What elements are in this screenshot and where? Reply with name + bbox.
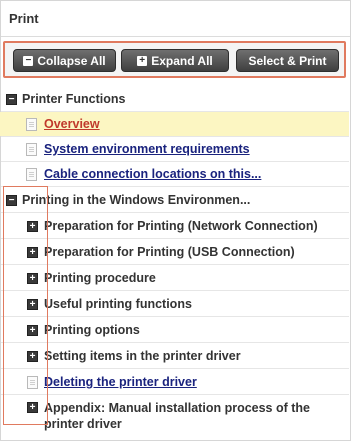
title-divider bbox=[1, 36, 350, 37]
tree-group-printer-functions[interactable]: − Printer Functions bbox=[0, 87, 349, 111]
expand-toggle-highlight bbox=[3, 186, 48, 425]
group-label: Printing in the Windows Environmen... bbox=[22, 193, 251, 207]
tree-item-label-line1: Appendix: Manual installation process of… bbox=[44, 401, 311, 415]
tree-item-label[interactable]: Deleting the printer driver bbox=[44, 375, 197, 389]
document-icon bbox=[26, 167, 37, 181]
tree-item-label: Appendix: Manual installation process of… bbox=[44, 400, 310, 432]
tree-item-cable-connection[interactable]: Cable connection locations on this... bbox=[0, 162, 349, 186]
tree-item-label: Preparation for Printing (USB Connection… bbox=[44, 245, 295, 259]
tree-item-prep-usb[interactable]: + Preparation for Printing (USB Connecti… bbox=[0, 240, 349, 264]
collapse-toggle-icon[interactable]: − bbox=[6, 93, 17, 105]
tree-item-label[interactable]: Cable connection locations on this... bbox=[44, 167, 261, 181]
collapse-all-button[interactable]: − Collapse All bbox=[13, 49, 116, 72]
tree-item-system-requirements[interactable]: System environment requirements bbox=[0, 137, 349, 161]
tree-item-appendix[interactable]: + Appendix: Manual installation process … bbox=[0, 396, 349, 434]
tree-item-label: Printing options bbox=[44, 323, 140, 337]
panel-title: Print bbox=[9, 11, 39, 26]
collapse-all-label: Collapse All bbox=[37, 53, 106, 68]
tree-item-label: Setting items in the printer driver bbox=[44, 349, 241, 363]
tree-item-label[interactable]: System environment requirements bbox=[44, 142, 250, 156]
minus-icon: − bbox=[23, 55, 34, 66]
plus-icon: + bbox=[137, 55, 148, 66]
tree-item-label: Preparation for Printing (Network Connec… bbox=[44, 219, 318, 233]
tree-item-label[interactable]: Overview bbox=[44, 117, 100, 131]
tree-item-useful-functions[interactable]: + Useful printing functions bbox=[0, 292, 349, 316]
tree-item-driver-settings[interactable]: + Setting items in the printer driver bbox=[0, 344, 349, 368]
tree-item-printing-procedure[interactable]: + Printing procedure bbox=[0, 266, 349, 290]
tree-item-printing-options[interactable]: + Printing options bbox=[0, 318, 349, 342]
tree-item-deleting-driver[interactable]: Deleting the printer driver bbox=[0, 370, 349, 394]
select-print-button[interactable]: Select & Print bbox=[236, 49, 339, 72]
tree-item-label: Printing procedure bbox=[44, 271, 156, 285]
document-icon bbox=[26, 142, 37, 156]
tree-group-windows-printing[interactable]: − Printing in the Windows Environmen... bbox=[0, 188, 349, 212]
tree-item-overview[interactable]: Overview bbox=[0, 112, 349, 136]
group-label: Printer Functions bbox=[22, 92, 126, 106]
expand-all-label: Expand All bbox=[151, 53, 213, 68]
tree-item-label-line2: printer driver bbox=[44, 417, 122, 431]
document-icon bbox=[26, 117, 37, 131]
tree-item-label: Useful printing functions bbox=[44, 297, 192, 311]
tree-item-prep-network[interactable]: + Preparation for Printing (Network Conn… bbox=[0, 214, 349, 238]
expand-all-button[interactable]: + Expand All bbox=[121, 49, 229, 72]
toolbar: − Collapse All + Expand All Select & Pri… bbox=[3, 41, 346, 78]
select-print-label: Select & Print bbox=[248, 53, 327, 68]
